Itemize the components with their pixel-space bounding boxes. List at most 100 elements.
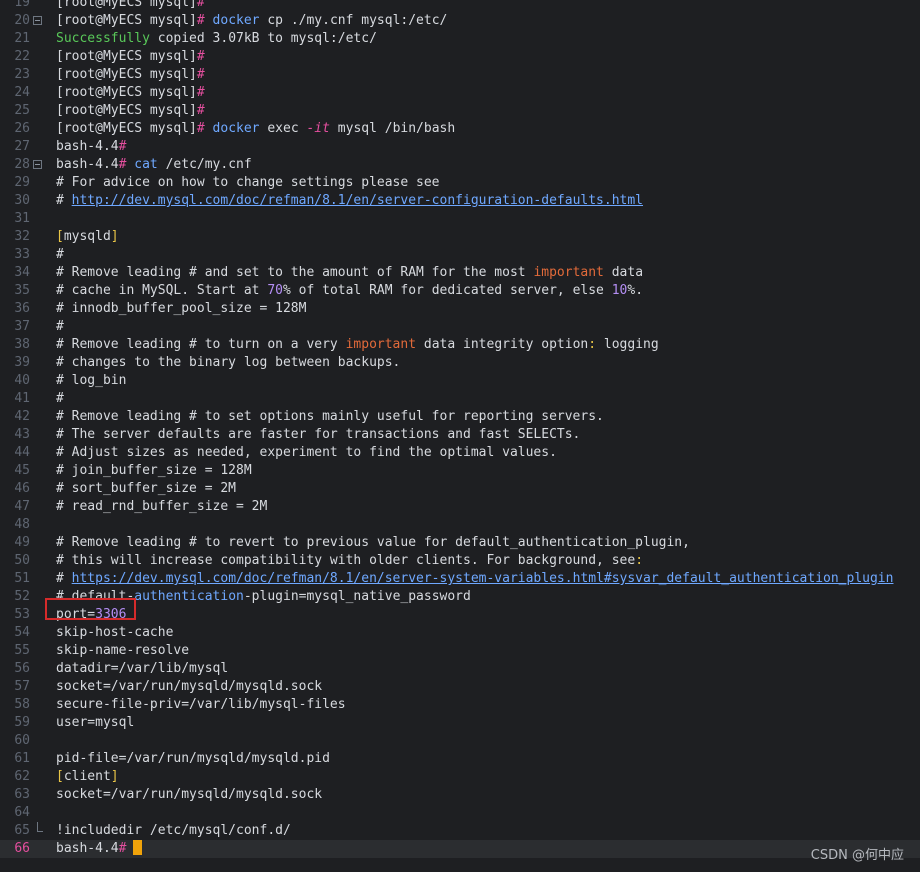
line-number: 63	[14, 787, 30, 802]
code-token: # default-	[56, 589, 135, 604]
line-text: #	[56, 390, 64, 408]
code-token: cp ./my.cnf mysql:/etc/	[259, 13, 448, 28]
code-token: # join_buffer_size = 128M	[56, 463, 252, 478]
line-number: 50	[14, 553, 30, 568]
code-token: # changes to the binary log between back…	[56, 355, 401, 370]
code-line: 35 # cache in MySQL. Start at 70% of tota…	[0, 282, 920, 300]
code-line: 46 # sort_buffer_size = 2M	[0, 480, 920, 498]
fold-toggle-icon[interactable]	[33, 16, 42, 25]
code-line: 26 [root@MyECS mysql]# docker exec -it my…	[0, 120, 920, 138]
line-number: 64	[14, 805, 30, 820]
terminal-editor[interactable]: 19 [root@MyECS mysql]# 20 [root@MyECS mysql…	[0, 0, 920, 858]
line-number: 62	[14, 769, 30, 784]
code-token: [root@MyECS mysql]	[56, 0, 197, 10]
line-number: 30	[14, 193, 30, 208]
line-number: 52	[14, 589, 30, 604]
code-token: ]	[110, 229, 119, 244]
code-line: 22 [root@MyECS mysql]#	[0, 48, 920, 66]
line-number: 24	[14, 85, 30, 100]
code-token: exec	[259, 121, 307, 136]
line-number: 37	[14, 319, 30, 334]
line-number: 33	[14, 247, 30, 262]
line-number: 21	[14, 31, 30, 46]
line-number: 34	[14, 265, 30, 280]
code-token: # innodb_buffer_pool_size = 128M	[56, 301, 307, 316]
line-number: 35	[14, 283, 30, 298]
code-line: 41 #	[0, 390, 920, 408]
line-text: # log_bin	[56, 372, 126, 390]
line-number: 28	[14, 157, 30, 172]
line-text: pid-file=/var/run/mysqld/mysqld.pid	[56, 750, 330, 768]
code-line: 38 # Remove leading # to turn on a very i…	[0, 336, 920, 354]
line-number: 39	[14, 355, 30, 370]
code-token: #	[196, 13, 205, 28]
code-token: #	[196, 85, 205, 100]
code-line: 25 [root@MyECS mysql]#	[0, 102, 920, 120]
line-number: 29	[14, 175, 30, 190]
line-number: 38	[14, 337, 30, 352]
doc-link[interactable]: http://dev.mysql.com/doc/refman/8.1/en/s…	[72, 193, 643, 208]
code-token: mysqld	[63, 229, 111, 244]
code-line: 40 # log_bin	[0, 372, 920, 390]
line-text: [root@MyECS mysql]#	[56, 66, 205, 84]
code-token: datadir=/var/lib/mysql	[56, 661, 229, 676]
code-token: skip-name-resolve	[56, 643, 190, 658]
line-number: 59	[14, 715, 30, 730]
code-line: 44 # Adjust sizes as needed, experiment t…	[0, 444, 920, 462]
code-token: [	[56, 769, 64, 784]
code-line: 57 socket=/var/run/mysqld/mysqld.sock	[0, 678, 920, 696]
line-number: 32	[14, 229, 30, 244]
line-text: # https://dev.mysql.com/doc/refman/8.1/e…	[56, 570, 893, 588]
code-token: [root@MyECS mysql]	[56, 49, 197, 64]
line-text: bash-4.4#	[56, 840, 143, 858]
code-line: 23 [root@MyECS mysql]#	[0, 66, 920, 84]
code-token: ]	[110, 769, 119, 784]
line-text: # this will increase compatibility with …	[56, 552, 643, 570]
line-text: [mysqld]	[56, 228, 119, 246]
line-text: [root@MyECS mysql]#	[56, 84, 205, 102]
code-token: [root@MyECS mysql]	[56, 13, 197, 28]
code-line: 27 bash-4.4#	[0, 138, 920, 156]
line-text: # cache in MySQL. Start at 70% of total …	[56, 282, 643, 300]
line-number: 25	[14, 103, 30, 118]
code-token: data	[603, 265, 644, 280]
code-token: 10	[611, 283, 628, 298]
code-line: 24 [root@MyECS mysql]#	[0, 84, 920, 102]
code-token: # Remove leading # and set to the amount…	[56, 265, 534, 280]
code-token: 3306	[95, 607, 127, 622]
code-line: 45 # join_buffer_size = 128M	[0, 462, 920, 480]
line-number: 56	[14, 661, 30, 676]
line-text: datadir=/var/lib/mysql	[56, 660, 228, 678]
code-line: 58 secure-file-priv=/var/lib/mysql-files	[0, 696, 920, 714]
code-token: bash-4.4	[56, 841, 119, 856]
code-token: [root@MyECS mysql]	[56, 85, 197, 100]
text-cursor	[133, 840, 143, 855]
code-line: 31	[0, 210, 920, 228]
line-number: 45	[14, 463, 30, 478]
code-line: 52 # default-authentication-plugin=mysql_…	[0, 588, 920, 606]
line-number: 19	[14, 0, 30, 10]
code-token: #	[196, 121, 205, 136]
line-text: user=mysql	[56, 714, 134, 732]
line-text: port=3306	[56, 606, 126, 624]
code-token: secure-file-priv=/var/lib/mysql-files	[56, 697, 346, 712]
line-number: 22	[14, 49, 30, 64]
code-token: bash-4.4	[56, 139, 119, 154]
code-token: #	[196, 103, 205, 118]
code-token: # For advice on how to change settings p…	[56, 175, 440, 190]
code-token: #	[56, 193, 72, 208]
code-token: authentication	[134, 589, 244, 604]
code-line: 65 !includedir /etc/mysql/conf.d/	[0, 822, 920, 840]
line-number: 44	[14, 445, 30, 460]
code-token: % of total RAM for dedicated server, els…	[282, 283, 612, 298]
line-text: # default-authentication-plugin=mysql_na…	[56, 588, 471, 606]
fold-toggle-icon[interactable]	[33, 160, 42, 169]
line-number: 55	[14, 643, 30, 658]
code-token: docker	[212, 121, 260, 136]
doc-link[interactable]: https://dev.mysql.com/doc/refman/8.1/en/…	[72, 571, 894, 586]
code-token: # Remove leading # to revert to previous…	[56, 535, 690, 550]
line-number: 26	[14, 121, 30, 136]
code-line: 33 #	[0, 246, 920, 264]
watermark: CSDN @何中应	[810, 848, 904, 863]
line-text: # sort_buffer_size = 2M	[56, 480, 236, 498]
